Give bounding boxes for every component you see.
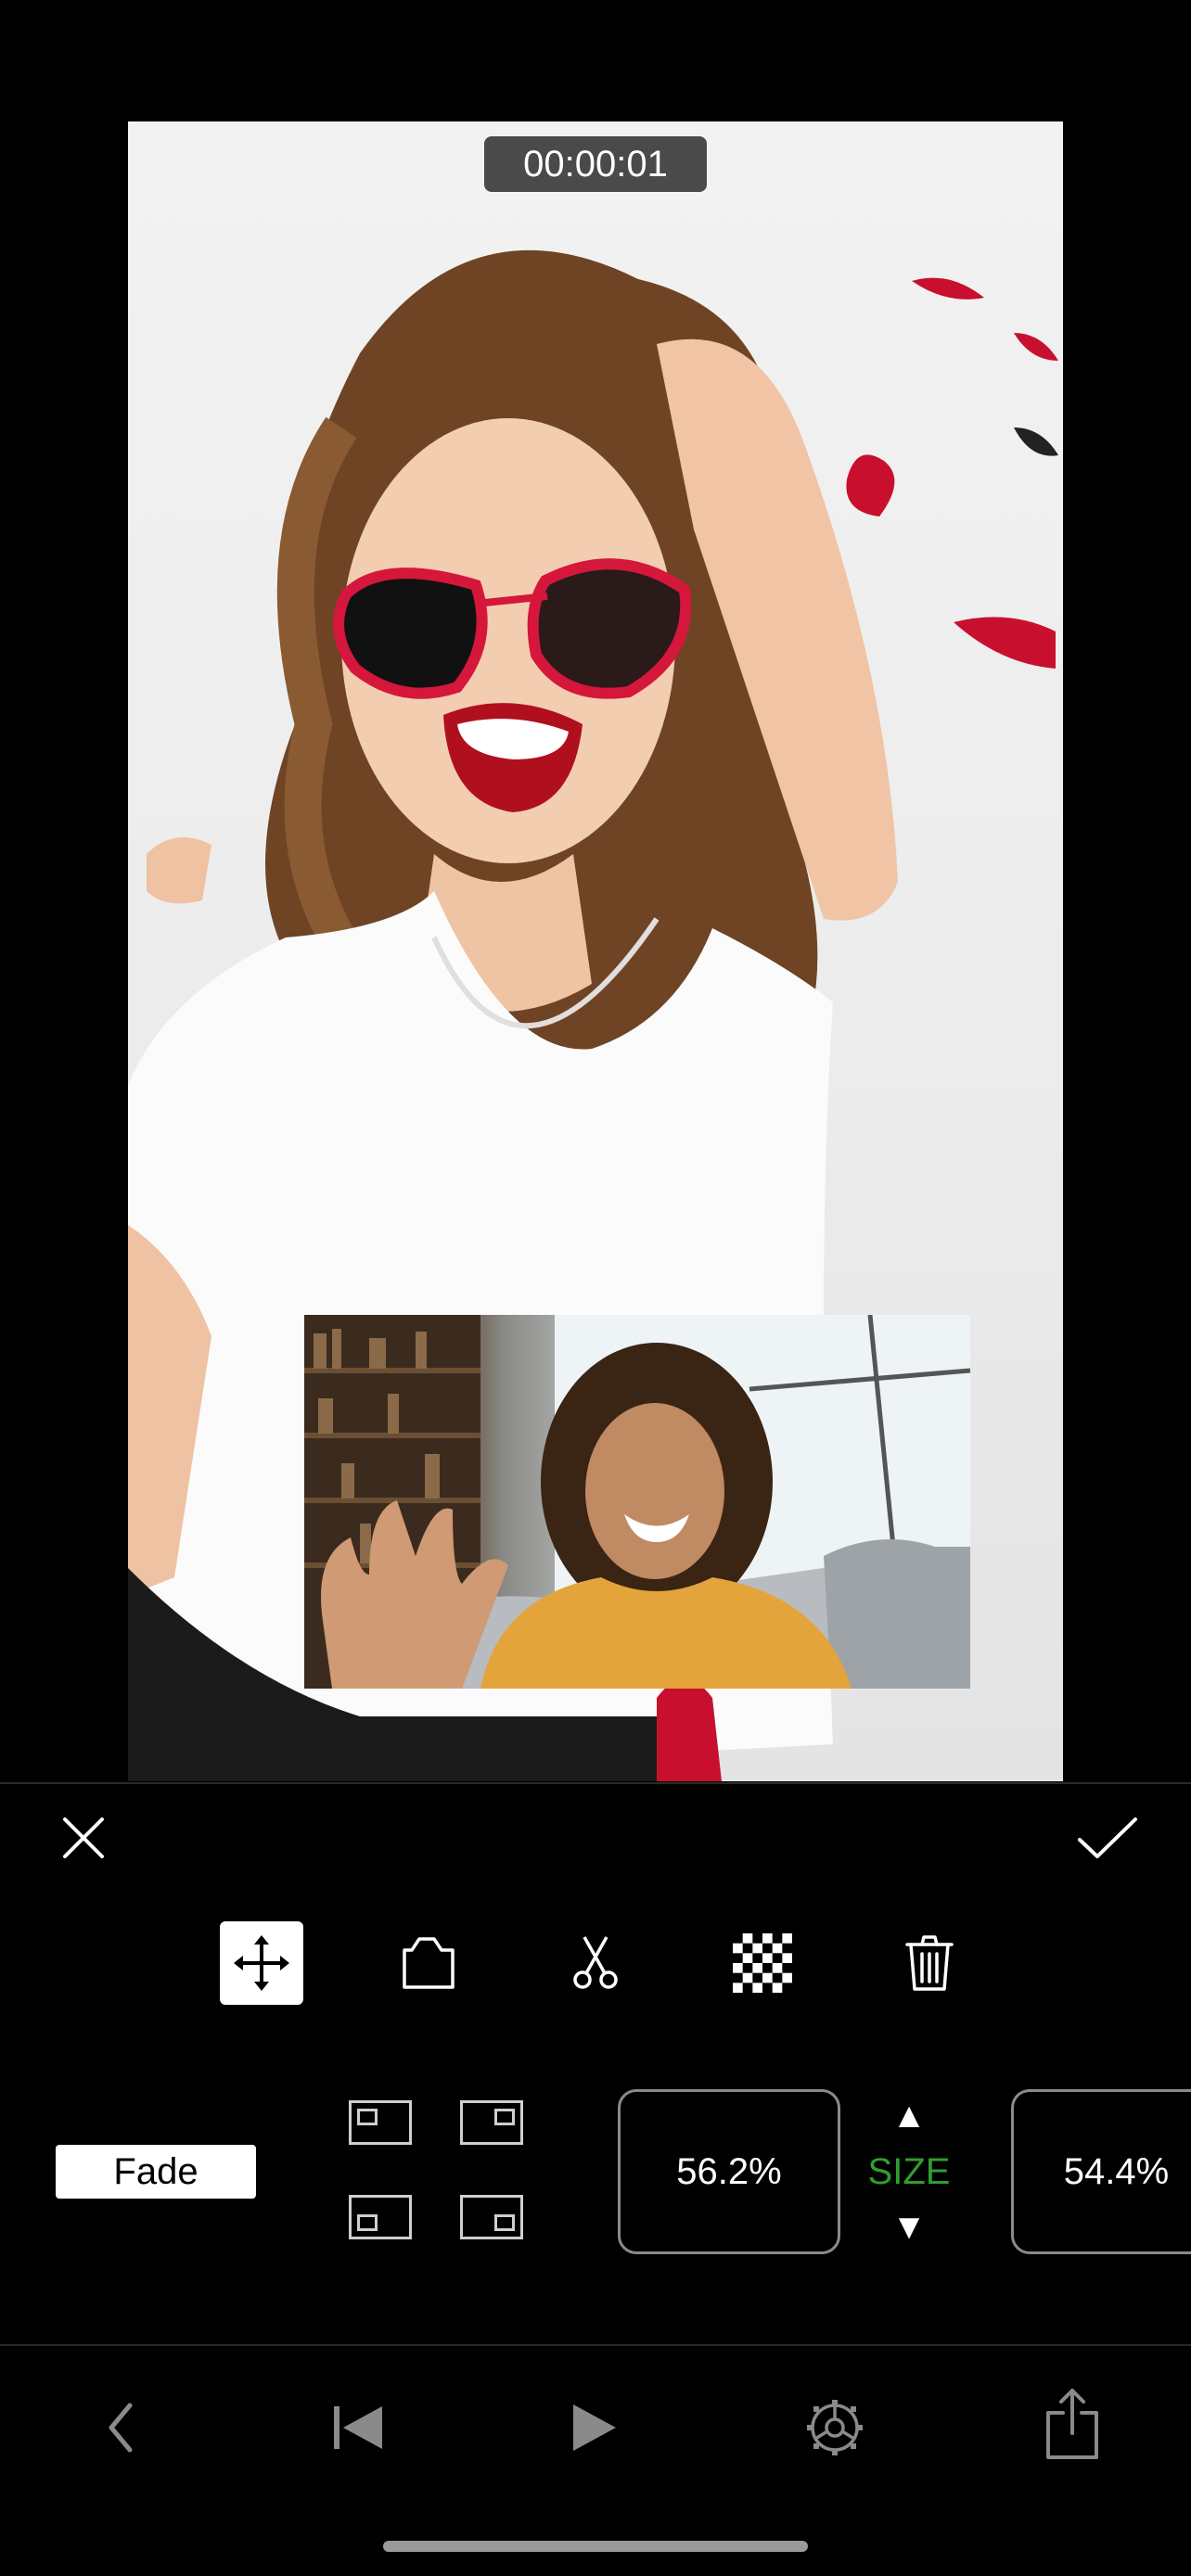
playback-divider [0,2344,1191,2346]
crop-tool-button[interactable] [387,1921,470,2005]
secondary-value-box[interactable]: 54.4% [1011,2089,1191,2254]
trash-icon [905,1935,954,1991]
size-label: SIZE [867,2151,951,2192]
position-marker [494,2109,515,2125]
cancel-button[interactable] [39,1793,128,1882]
position-bottom-left-button[interactable] [349,2195,412,2239]
position-marker [494,2214,515,2231]
move-arrows-icon [234,1935,289,1991]
checkmark-icon [1078,1817,1137,1858]
cut-tool-button[interactable] [554,1921,637,2005]
secondary-value: 54.4% [1063,2150,1170,2192]
overlay-clip[interactable] [304,1315,970,1689]
size-increase-button[interactable]: ▲ [863,2098,955,2135]
back-icon [109,2403,133,2453]
timecode-label: 00:00:01 [484,136,707,192]
move-tool-button[interactable] [220,1921,303,2005]
opacity-tool-button[interactable] [721,1921,804,2005]
position-marker [357,2214,378,2231]
position-bottom-right-button[interactable] [460,2195,523,2239]
settings-gear-icon [807,2400,863,2455]
checkerboard-icon [733,1933,792,1993]
share-icon [1046,2389,1098,2459]
play-button[interactable] [549,2383,638,2472]
size-value-box[interactable]: 56.2% [618,2089,840,2254]
home-indicator[interactable] [383,2541,808,2552]
delete-tool-button[interactable] [888,1921,971,2005]
panel-top-divider [0,1782,1191,1784]
size-decrease-button[interactable]: ▼ [863,2209,955,2246]
settings-button[interactable] [790,2383,879,2472]
scissors-icon [573,1936,618,1989]
arrow-up-icon: ▲ [891,2097,927,2136]
arrow-down-icon: ▼ [891,2208,927,2247]
back-button[interactable] [76,2383,165,2472]
skip-to-start-icon [334,2406,382,2449]
position-top-right-button[interactable] [460,2100,523,2145]
share-button[interactable] [1028,2379,1117,2468]
close-icon [63,1817,104,1858]
fade-button[interactable]: Fade [56,2145,256,2199]
position-top-left-button[interactable] [349,2100,412,2145]
skip-to-start-button[interactable] [314,2383,403,2472]
confirm-button[interactable] [1063,1793,1152,1882]
position-marker [357,2109,378,2125]
size-value: 56.2% [676,2150,782,2192]
overlay-video-frame [304,1315,970,1689]
play-icon [573,2404,616,2451]
crop-icon [403,1937,455,1989]
